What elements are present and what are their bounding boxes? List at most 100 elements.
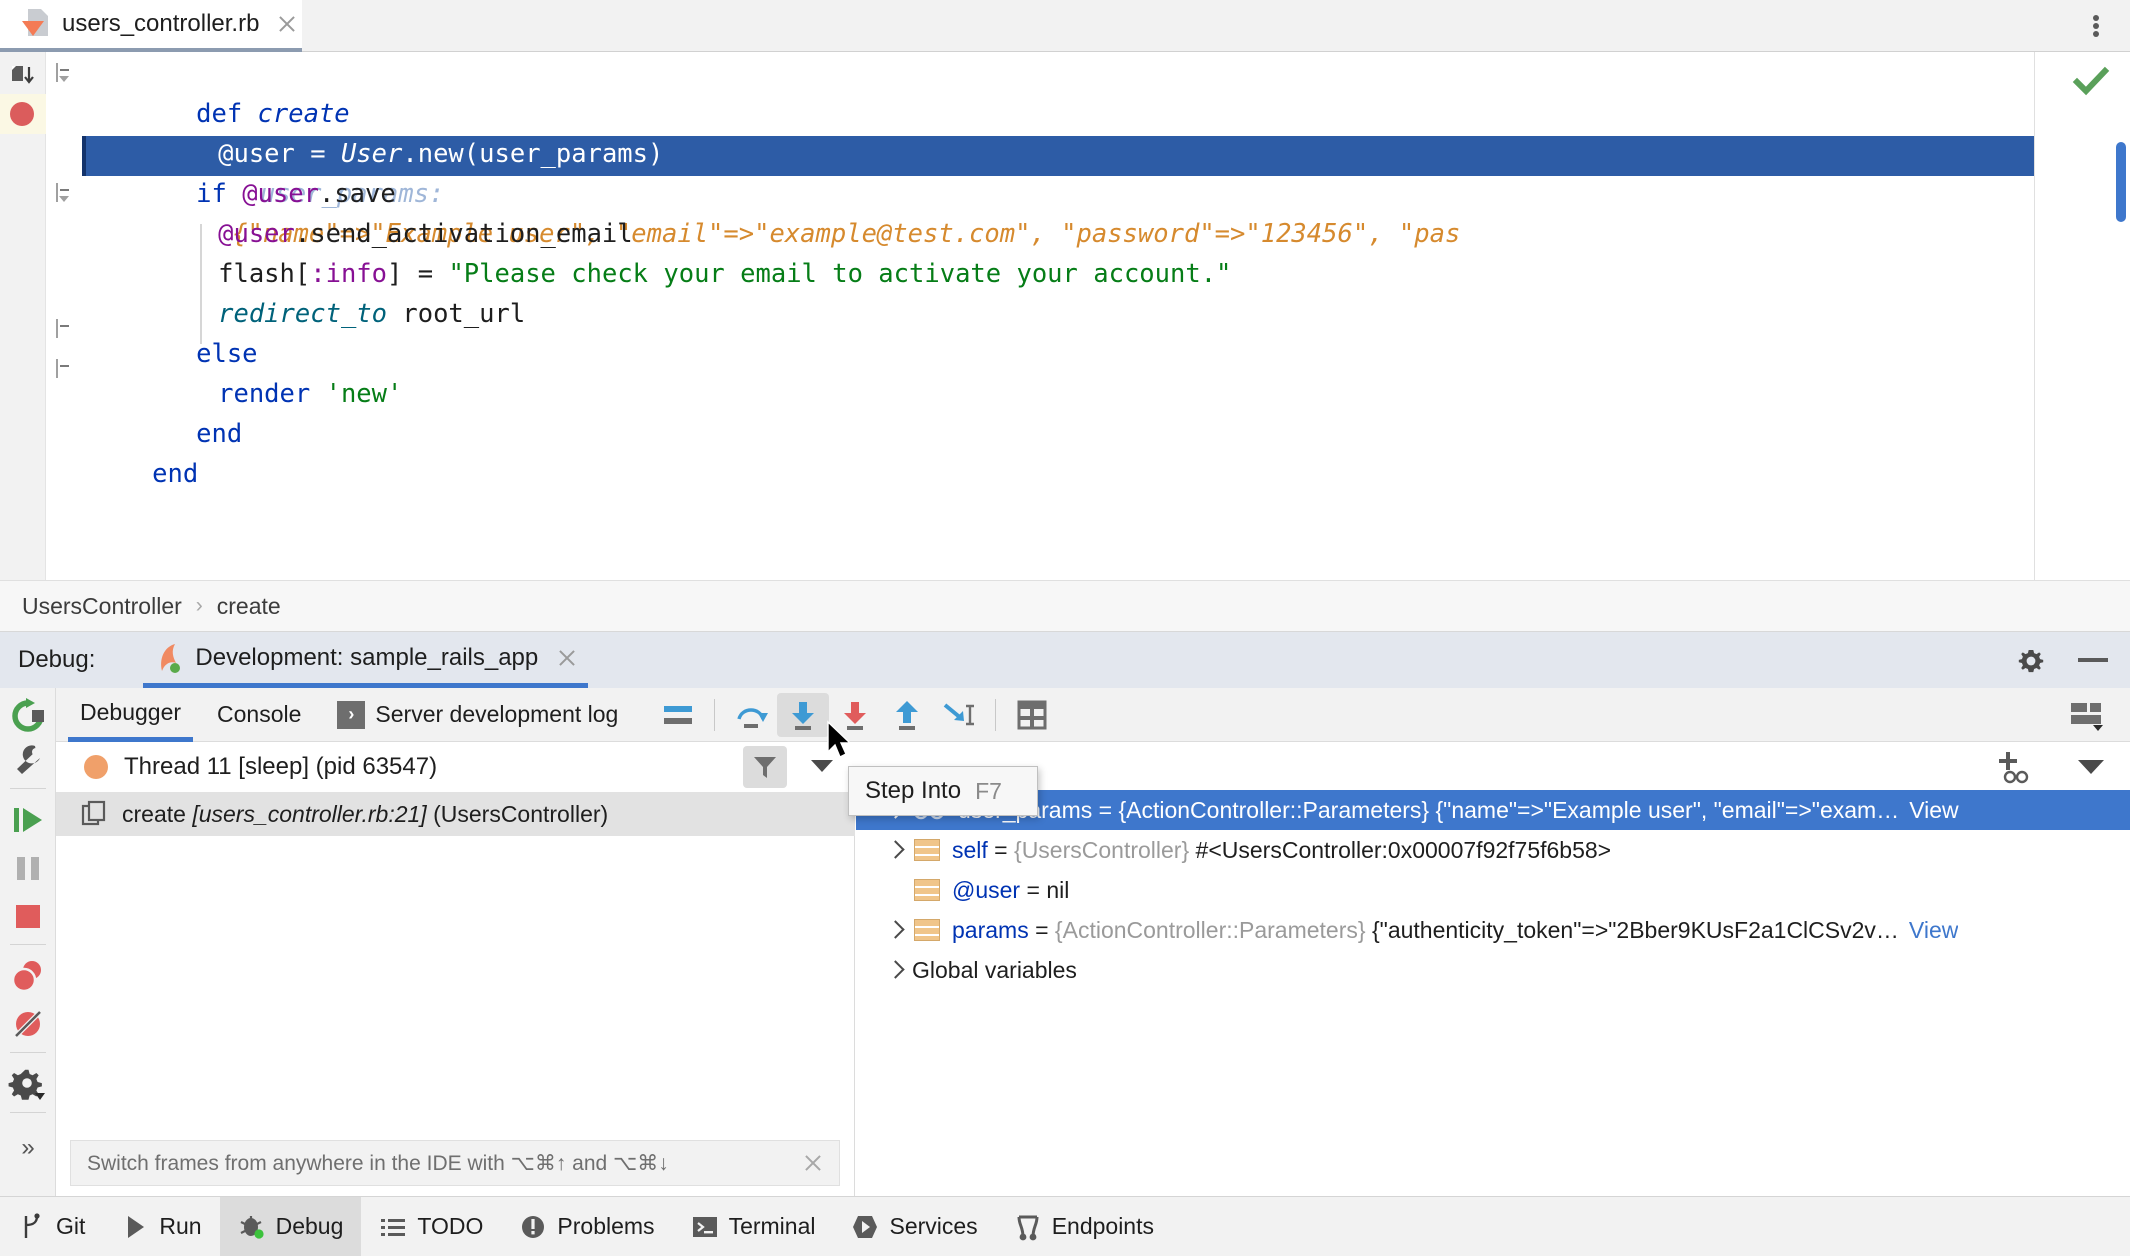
variable-row-global-variables[interactable]: Global variables (856, 950, 2130, 990)
breadcrumb-item-method[interactable]: create (217, 593, 281, 620)
add-watch-icon[interactable] (1994, 750, 2030, 784)
fold-gutter[interactable] (46, 52, 82, 580)
stack-frame-row[interactable]: create [users_controller.rb:21] (UsersCo… (56, 792, 855, 836)
execution-line-marker (82, 136, 86, 176)
step-over-button[interactable] (725, 693, 777, 737)
code-line-8[interactable]: render 'new' (126, 334, 402, 409)
editor-tab-label: users_controller.rb (62, 10, 260, 37)
expand-triangle-icon[interactable] (880, 916, 908, 944)
evaluate-expression-button[interactable] (1006, 693, 1058, 737)
tab-debugger[interactable]: Debugger (68, 688, 194, 742)
chevron-right-icon: › (195, 594, 203, 617)
inspection-ok-icon[interactable] (2072, 66, 2110, 96)
tab-server-development-log[interactable]: › Server development log (325, 688, 630, 742)
code-line-9[interactable]: end (104, 374, 242, 449)
code-line-4[interactable]: @user.send_activation_email (126, 174, 633, 249)
gear-icon[interactable] (2016, 646, 2046, 676)
settings-button[interactable] (8, 1064, 48, 1104)
more-options-icon[interactable] (2082, 12, 2110, 40)
variable-row-params[interactable]: params = {ActionController::Parameters} … (856, 910, 2130, 950)
thread-selector[interactable]: Thread 11 [sleep] (pid 63547) (56, 742, 855, 792)
variable-equals: = (1020, 876, 1047, 903)
tooltip-shortcut: F7 (975, 777, 1002, 804)
thread-status-icon (84, 755, 108, 779)
frame-icon (81, 800, 108, 827)
status-item-run[interactable]: Run (103, 1197, 219, 1256)
run-configuration-tab[interactable]: Development: sample_rails_app (143, 632, 589, 688)
run-to-cursor-button[interactable] (933, 693, 985, 737)
edit-configuration-button[interactable] (8, 740, 48, 780)
status-item-terminal[interactable]: Terminal (673, 1197, 834, 1256)
editor-tab-users-controller[interactable]: users_controller.rb (0, 0, 302, 52)
close-icon[interactable] (275, 12, 299, 36)
code-line-5[interactable]: flash[:info] = "Please check your email … (126, 214, 1231, 289)
bookmark-icon[interactable] (12, 66, 36, 88)
expand-triangle-icon[interactable] (880, 836, 908, 864)
code-line-3[interactable]: if @user.save (104, 134, 396, 209)
status-item-label: TODO (417, 1213, 484, 1239)
fold-marker-end-outer[interactable] (56, 359, 72, 378)
variable-name: @user (952, 876, 1021, 903)
mute-breakpoints-button[interactable] (8, 1004, 48, 1044)
terminal-icon (691, 1213, 719, 1241)
breadcrumb-item-class[interactable]: UsersController (22, 593, 182, 620)
breakpoint-icon[interactable] (10, 102, 34, 126)
view-link[interactable]: View (1909, 797, 1958, 823)
variable-row-self[interactable]: self = {UsersController} #<UsersControll… (856, 830, 2130, 870)
code-line-6[interactable]: redirect_to root_url (126, 254, 525, 329)
editor-tab-bar: users_controller.rb (0, 0, 2130, 52)
code-content[interactable]: def create @user = User.new(user_params)… (82, 52, 2130, 580)
rerun-button[interactable] (8, 696, 48, 736)
view-breakpoints-button[interactable] (8, 956, 48, 996)
status-item-label: Endpoints (1051, 1213, 1154, 1239)
variable-value: {"authenticity_token"=>"2Bber9KUsF2a1ClC… (1365, 916, 1899, 943)
pause-program-button[interactable] (8, 848, 48, 888)
variable-row-user-params[interactable]: user_params = {ActionController::Paramet… (856, 790, 2130, 830)
status-item-debug[interactable]: Debug (219, 1196, 362, 1256)
status-item-problems[interactable]: Problems (501, 1197, 672, 1256)
editor-gutter[interactable] (0, 52, 46, 580)
status-item-label: Git (56, 1213, 86, 1239)
fold-marker-if[interactable] (56, 183, 72, 202)
tab-console[interactable]: Console (205, 688, 313, 742)
run-configuration-label: Development: sample_rails_app (195, 643, 539, 671)
expand-triangle-icon[interactable] (880, 956, 908, 984)
close-icon[interactable] (556, 647, 578, 669)
resume-program-button[interactable] (8, 800, 48, 840)
view-link[interactable]: View (1909, 917, 1958, 943)
step-into-button[interactable] (777, 692, 830, 737)
filter-icon[interactable] (743, 746, 787, 788)
fold-marker-def[interactable] (56, 63, 72, 82)
status-item-endpoints[interactable]: Endpoints (996, 1197, 1172, 1256)
status-item-todo[interactable]: TODO (361, 1197, 501, 1256)
code-line-10[interactable]: end (82, 414, 198, 489)
expand-icon[interactable]: » (8, 1128, 48, 1168)
step-out-button[interactable] (881, 693, 933, 737)
rail-divider-3 (10, 1052, 46, 1053)
layout-settings-icon[interactable] (2060, 693, 2112, 737)
status-item-git[interactable]: Git (0, 1197, 103, 1256)
frame-class: (UsersController) (433, 800, 609, 827)
object-icon (914, 839, 940, 861)
show-execution-point-button[interactable] (652, 693, 704, 737)
close-icon[interactable] (803, 1153, 823, 1173)
frame-method: create (122, 800, 186, 827)
code-line-1[interactable]: def create (104, 54, 350, 129)
code-editor[interactable]: def create @user = User.new(user_params)… (0, 52, 2130, 580)
mouse-cursor (827, 720, 856, 762)
variable-type: {ActionController::Parameters} (1054, 916, 1366, 943)
variable-value: {"name"=>"Example user", "email"=>"exam… (1429, 796, 1900, 823)
variable-equals: = (1092, 796, 1119, 823)
stop-button[interactable] (8, 896, 48, 936)
chevron-down-icon[interactable] (2078, 760, 2104, 774)
editor-right-gutter[interactable] (2034, 52, 2130, 580)
variable-row-at-user[interactable]: @user = nil (856, 870, 2130, 910)
code-line-2[interactable]: @user = User.new(user_params) user_param… (126, 94, 1460, 249)
breadcrumb[interactable]: UsersController › create (0, 580, 2130, 632)
editor-scrollbar-thumb[interactable] (2116, 142, 2126, 222)
minimize-icon[interactable] (2078, 658, 2108, 662)
status-item-services[interactable]: Services (833, 1197, 995, 1256)
variable-equals: = (1028, 916, 1055, 943)
code-line-7[interactable]: else (104, 294, 257, 369)
fold-marker-end-inner[interactable] (56, 319, 72, 338)
